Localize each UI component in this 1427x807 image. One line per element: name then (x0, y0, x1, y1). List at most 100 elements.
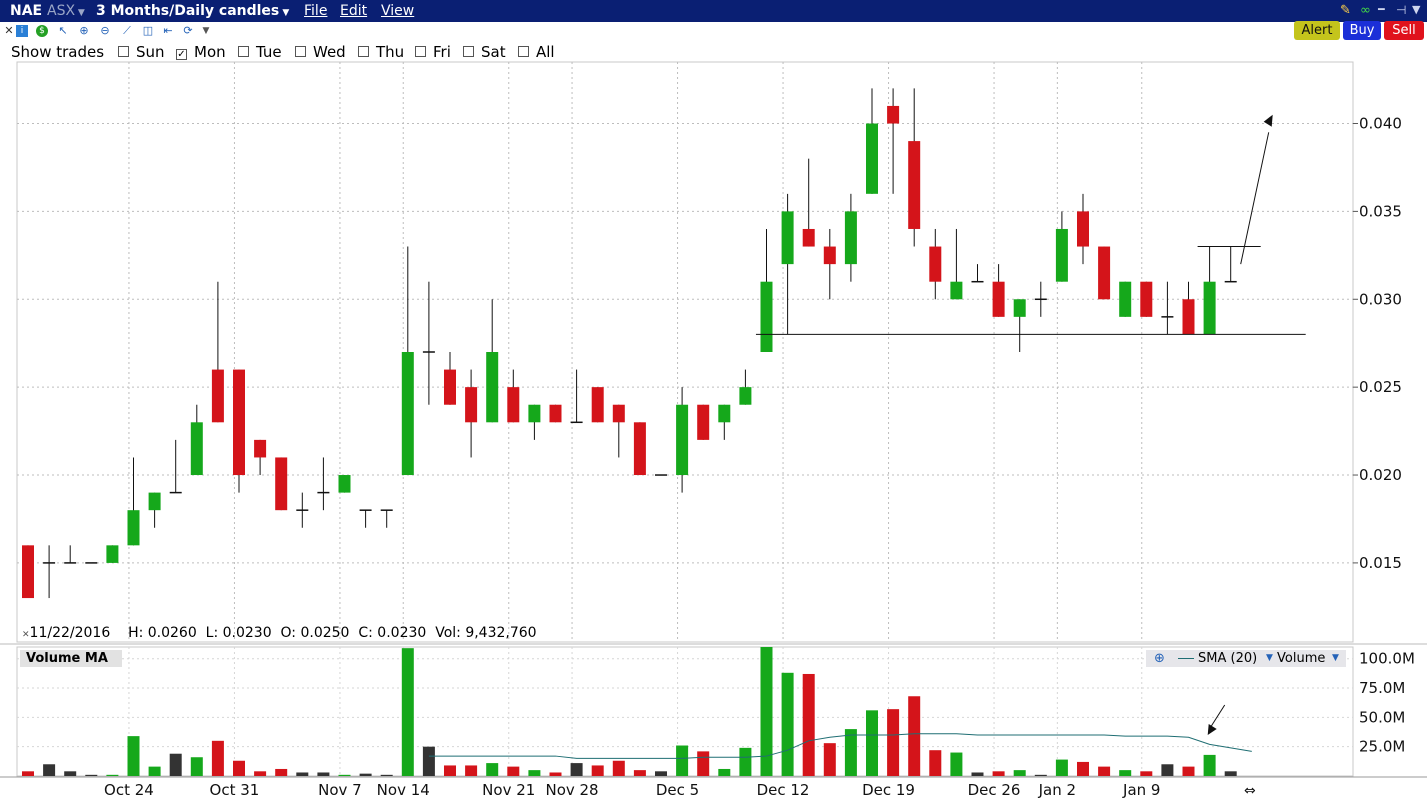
candle-body-up (760, 281, 773, 352)
time-tick-label: Dec 5 (656, 781, 699, 799)
volume-bar (1077, 761, 1089, 776)
volume-bar (1182, 766, 1195, 776)
volume-bar (633, 770, 646, 776)
volume-bar (275, 768, 288, 776)
volume-bar (844, 729, 857, 776)
volume-bar (148, 766, 161, 776)
volume-bar (591, 765, 604, 776)
volume-bar (718, 768, 731, 776)
time-tick-label: Nov 7 (318, 781, 362, 799)
volume-bar (887, 709, 900, 776)
time-tick-label: Dec 26 (968, 781, 1021, 799)
candle-body-down (591, 387, 604, 423)
candle-body-up (1013, 299, 1026, 317)
candle-body-up (1055, 228, 1068, 282)
chart-canvas[interactable]: 0.040 0.035 0.030 0.025 0.020 0.015 100.0M 75.0… (0, 0, 1427, 807)
volume-tick-label: 75.0M (1359, 679, 1405, 697)
readout-close: C: 0.0230 (358, 625, 427, 641)
volume-bar (465, 765, 478, 776)
volume-bar (211, 740, 224, 776)
price-tick-label: 0.035 (1359, 202, 1402, 220)
candle-body-up (338, 475, 351, 493)
candle-body-up (106, 545, 119, 563)
candle-body-up (844, 211, 857, 265)
volume-bar (612, 760, 625, 776)
volume-bar (908, 696, 921, 776)
price-tick-label: 0.025 (1359, 378, 1402, 396)
volume-bar (992, 771, 1005, 776)
price-tick-label: 0.015 (1359, 554, 1402, 572)
price-tick-label: 0.040 (1359, 115, 1402, 133)
price-tick-label: 0.030 (1359, 290, 1402, 308)
candle-body-up (718, 404, 731, 423)
candle-body-up (866, 123, 878, 194)
readout-open: O: 0.0250 (280, 625, 350, 641)
candle-body-up (190, 422, 203, 476)
candle-body-up (676, 404, 689, 476)
volume-bar (1034, 774, 1047, 776)
volume-panel-title[interactable]: Volume MA (20, 650, 122, 667)
readout-date: 11/22/2016 (29, 625, 111, 641)
candle-body-up (486, 352, 499, 423)
volume-bar (1098, 766, 1111, 776)
candle-body-down (465, 387, 478, 423)
candle-body-down (254, 439, 267, 458)
volume-tick-label: 50.0M (1359, 708, 1405, 726)
volume-bar (1013, 770, 1026, 776)
candle-body-down (633, 422, 646, 476)
candle-body-up (528, 404, 541, 423)
time-tick-label: Jan 2 (1038, 781, 1076, 799)
chevron-down-icon[interactable]: ▼ (1266, 650, 1273, 667)
volume-bar (528, 770, 541, 776)
candle-body-up (148, 492, 161, 511)
volume-tick-label: 25.0M (1359, 738, 1405, 756)
volume-bar (655, 771, 667, 776)
close-icon[interactable]: ✕ (22, 630, 30, 640)
volume-bar (444, 765, 456, 776)
volume-bar (296, 772, 309, 776)
volume-bar (802, 673, 815, 776)
readout-high: H: 0.0260 (128, 625, 197, 641)
readout-volume: Vol: 9,432,760 (435, 625, 537, 641)
ohlc-readout: ✕11/22/2016 H: 0.0260 L: 0.0230 O: 0.025… (22, 625, 537, 641)
volume-bar (254, 771, 267, 776)
candle-body-up (127, 510, 140, 546)
time-tick-label: Dec 12 (757, 781, 810, 799)
candle-body-up (1119, 281, 1132, 317)
legend-sma[interactable]: SMA (20) (1198, 650, 1257, 667)
settings-icon[interactable]: ⊕ (1154, 650, 1165, 667)
volume-bar (85, 774, 98, 776)
volume-bar (486, 763, 499, 776)
scroll-handle-icon: ⇔ (1244, 783, 1256, 799)
candle-body-down (823, 246, 836, 265)
candle-body-down (887, 105, 900, 124)
volume-bar (190, 757, 203, 776)
volume-bar (866, 710, 878, 776)
volume-bar (507, 766, 520, 776)
candle-body-down (1077, 211, 1089, 247)
time-tick-label: Nov 28 (545, 781, 598, 799)
candle-body-down (444, 369, 456, 405)
time-tick-label: Nov 14 (377, 781, 430, 799)
time-tick-label: Jan 9 (1122, 781, 1160, 799)
candle-body-up (781, 211, 794, 265)
volume-bar (380, 774, 393, 776)
volume-bar (233, 760, 245, 776)
volume-bar (401, 648, 414, 776)
candle-body-down (275, 457, 288, 511)
volume-bar (1224, 771, 1237, 776)
volume-bar (676, 745, 689, 776)
sma-line-icon (1178, 658, 1194, 659)
volume-bar (359, 773, 372, 776)
candle-body-up (1203, 281, 1216, 335)
volume-tick-label: 100.0M (1359, 650, 1415, 668)
chevron-down-icon[interactable]: ▼ (1332, 650, 1339, 667)
candle-body-up (950, 281, 963, 300)
legend-volume[interactable]: Volume (1277, 650, 1325, 667)
volume-bar (422, 746, 435, 776)
volume-bar (317, 772, 330, 776)
price-tick-label: 0.020 (1359, 466, 1402, 484)
candle-body-down (802, 228, 815, 247)
volume-legend: ⊕ SMA (20) ▼ Volume ▼ (1146, 650, 1346, 667)
volume-bar (1140, 771, 1153, 776)
